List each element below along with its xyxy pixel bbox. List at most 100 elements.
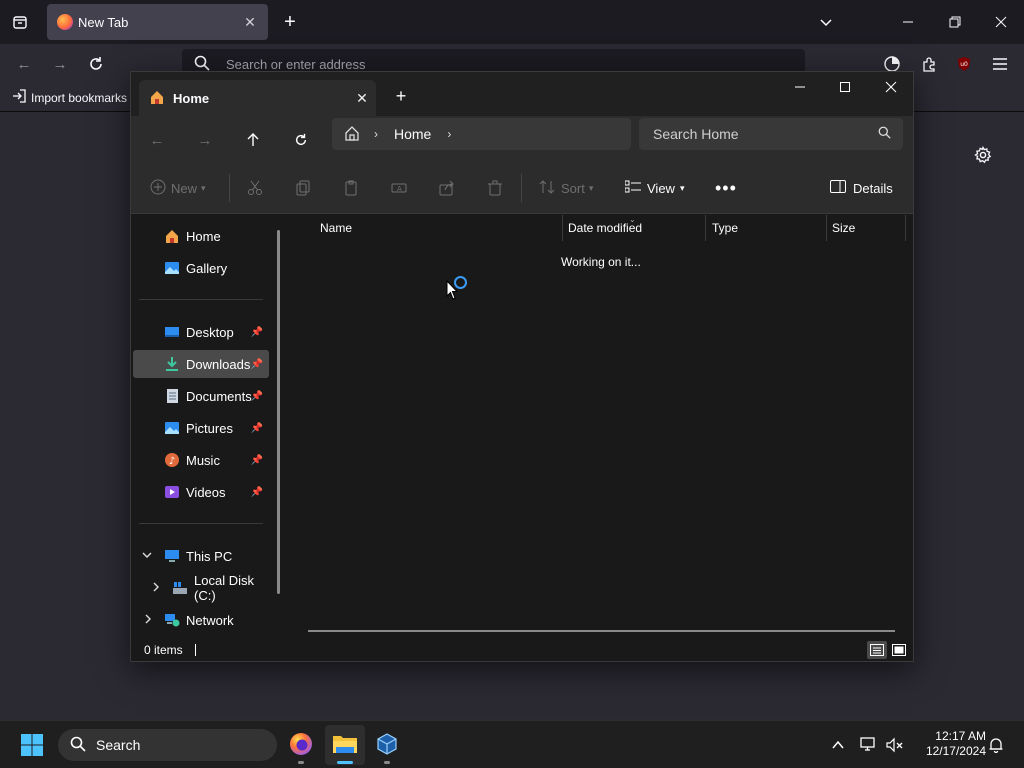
- taskbar-clock[interactable]: 12:17 AM 12/17/2024: [912, 729, 986, 759]
- nav-item-home[interactable]: Home: [133, 222, 269, 250]
- nav-item-downloads[interactable]: Downloads 📌: [133, 350, 269, 378]
- chevron-right-icon[interactable]: ›: [447, 127, 451, 141]
- nav-item-documents[interactable]: Documents 📌: [133, 382, 269, 410]
- nav-scrollbar[interactable]: [277, 230, 280, 594]
- nav-label: Pictures: [186, 420, 233, 436]
- column-divider[interactable]: [905, 215, 906, 241]
- import-bookmarks-button[interactable]: Import bookmarks: [12, 89, 127, 106]
- chevron-right-icon[interactable]: [143, 614, 153, 627]
- back-arrow-icon[interactable]: ←: [12, 52, 36, 76]
- nav-item-videos[interactable]: Videos 📌: [133, 478, 269, 506]
- column-header-name[interactable]: Name: [320, 215, 352, 241]
- home-outline-icon[interactable]: [344, 125, 360, 144]
- details-view-icon[interactable]: [867, 641, 887, 659]
- nav-label: Music: [186, 452, 220, 468]
- column-divider[interactable]: [826, 215, 827, 241]
- breadcrumb[interactable]: › Home ›: [332, 118, 631, 150]
- pin-icon[interactable]: 📌: [251, 391, 263, 402]
- sort-label: Sort: [561, 180, 585, 196]
- delete-icon[interactable]: [487, 162, 503, 214]
- extensions-icon[interactable]: [917, 52, 941, 76]
- forward-arrow-icon[interactable]: →: [193, 128, 217, 152]
- up-arrow-icon[interactable]: [241, 128, 265, 152]
- pin-icon[interactable]: 📌: [251, 327, 263, 338]
- search-icon: [70, 736, 86, 755]
- close-window-icon[interactable]: [868, 72, 914, 102]
- new-tab-plus-icon[interactable]: +: [389, 84, 413, 108]
- taskbar-file-explorer-app[interactable]: [325, 725, 365, 765]
- large-icons-view-icon[interactable]: [889, 641, 909, 659]
- taskbar-firefox-app[interactable]: [281, 725, 321, 765]
- more-options-icon[interactable]: •••: [715, 162, 737, 214]
- pin-icon[interactable]: 📌: [251, 455, 263, 466]
- nav-item-network[interactable]: Network: [133, 606, 269, 634]
- item-count: 0 items: [144, 643, 183, 657]
- firefox-logo-icon: [57, 14, 73, 30]
- refresh-icon[interactable]: [289, 128, 313, 152]
- hamburger-menu-icon[interactable]: [988, 52, 1012, 76]
- running-indicator: [384, 761, 390, 764]
- maximize-icon[interactable]: [822, 72, 868, 102]
- forward-arrow-icon[interactable]: →: [48, 52, 72, 76]
- network-status-icon[interactable]: [859, 735, 879, 755]
- taskbar-search-box[interactable]: Search: [58, 729, 277, 761]
- share-icon[interactable]: [439, 162, 455, 214]
- column-header-type[interactable]: Type: [712, 215, 738, 241]
- taskbar-search-label: Search: [96, 737, 141, 753]
- svg-text:A: A: [397, 185, 402, 193]
- cut-icon[interactable]: [247, 162, 263, 214]
- copy-icon[interactable]: [295, 162, 311, 214]
- pin-icon[interactable]: 📌: [251, 487, 263, 498]
- nav-item-this-pc[interactable]: This PC: [133, 542, 269, 570]
- column-divider[interactable]: [562, 215, 563, 241]
- windows-start-icon[interactable]: [20, 733, 44, 757]
- close-tab-icon[interactable]: ✕: [348, 90, 376, 107]
- speaker-muted-icon[interactable]: [885, 735, 905, 755]
- sort-button[interactable]: Sort ▾: [539, 162, 593, 214]
- svg-text:♪: ♪: [169, 456, 175, 467]
- taskbar-virtualbox-app[interactable]: [367, 725, 407, 765]
- nav-item-desktop[interactable]: Desktop 📌: [133, 318, 269, 346]
- paste-icon[interactable]: [343, 162, 359, 214]
- column-divider[interactable]: [705, 215, 706, 241]
- new-button[interactable]: New ▾: [150, 162, 206, 214]
- pin-icon[interactable]: 📌: [251, 359, 263, 370]
- settings-gear-icon[interactable]: [972, 144, 994, 166]
- list-all-tabs-icon[interactable]: [8, 10, 32, 34]
- search-input[interactable]: Search Home: [639, 118, 903, 150]
- firefox-tab-new-tab[interactable]: New Tab ✕: [47, 4, 268, 40]
- notification-bell-icon[interactable]: [986, 735, 1006, 755]
- close-tab-icon[interactable]: ✕: [238, 14, 262, 31]
- show-hidden-icons-chevron-up-icon[interactable]: [828, 735, 848, 755]
- desktop-icon: [164, 324, 180, 340]
- details-label: Details: [853, 180, 893, 196]
- new-tab-plus-icon[interactable]: +: [278, 10, 302, 34]
- nav-item-pictures[interactable]: Pictures 📌: [133, 414, 269, 442]
- navigation-pane: Home Gallery Desktop 📌 Downloads 📌 Docum…: [131, 215, 288, 632]
- chevron-down-icon[interactable]: [814, 10, 838, 34]
- details-button[interactable]: Details: [830, 162, 893, 214]
- view-button[interactable]: View ▾: [624, 162, 684, 214]
- address-placeholder: Search or enter address: [226, 56, 366, 72]
- nav-item-gallery[interactable]: Gallery: [133, 254, 269, 282]
- download-icon: [164, 356, 180, 372]
- explorer-tab-home[interactable]: Home ✕: [139, 80, 376, 116]
- back-arrow-icon[interactable]: ←: [145, 128, 169, 152]
- minimize-icon[interactable]: [896, 10, 920, 34]
- chevron-right-icon[interactable]: [151, 582, 161, 595]
- ublock-origin-icon[interactable]: u0: [952, 52, 976, 76]
- restore-icon[interactable]: [943, 10, 967, 34]
- breadcrumb-home[interactable]: Home: [394, 126, 431, 142]
- horizontal-scrollbar[interactable]: [308, 630, 895, 632]
- network-icon: [164, 612, 180, 628]
- rename-icon[interactable]: A: [391, 162, 407, 214]
- nav-item-local-disk[interactable]: Local Disk (C:): [133, 573, 269, 603]
- close-window-icon[interactable]: [989, 10, 1013, 34]
- nav-item-music[interactable]: ♪ Music 📌: [133, 446, 269, 474]
- chevron-down-icon[interactable]: [142, 550, 152, 563]
- reload-icon[interactable]: [84, 52, 108, 76]
- minimize-icon[interactable]: [777, 72, 823, 102]
- pin-icon[interactable]: 📌: [251, 423, 263, 434]
- column-header-size[interactable]: Size: [832, 215, 855, 241]
- chevron-right-icon[interactable]: ›: [374, 127, 378, 141]
